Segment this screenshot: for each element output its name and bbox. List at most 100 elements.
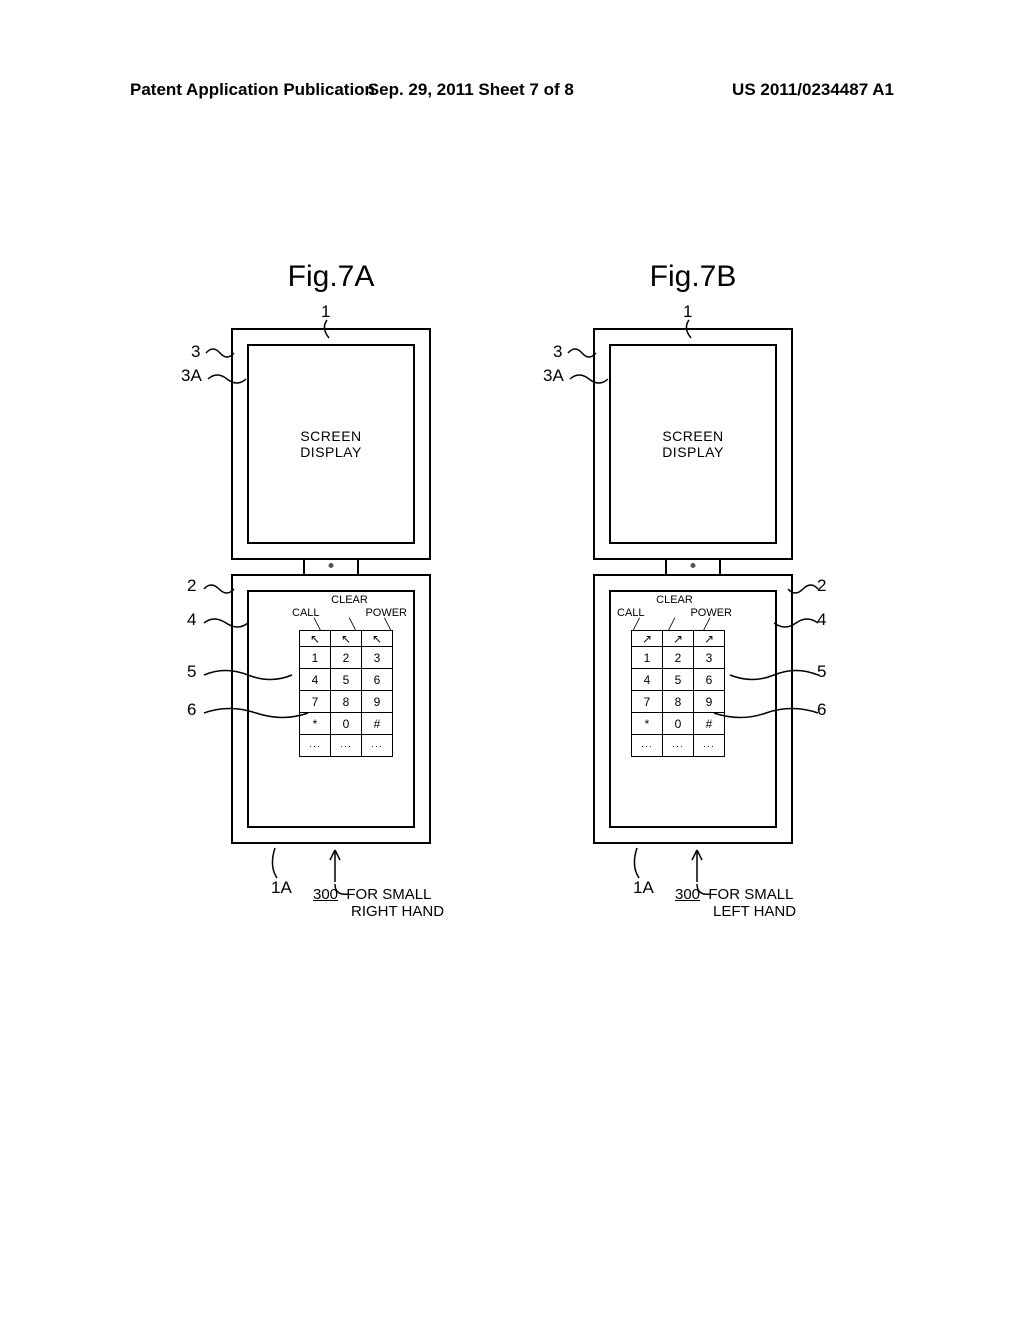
- key-7[interactable]: 7: [632, 691, 663, 713]
- key-3[interactable]: 3: [362, 647, 393, 669]
- ref-3: 3: [191, 342, 200, 362]
- keypad-table-7a: ↖ ↖ ↖ 1 2 3 4 5: [299, 630, 393, 757]
- key-6[interactable]: 6: [362, 669, 393, 691]
- lower-body-7a: CALL CLEAR POWER ╲ ╲ ╲ ↖ ↖: [231, 574, 431, 844]
- header-date-sheet: Sep. 29, 2011 Sheet 7 of 8: [368, 80, 574, 100]
- upper-body-7b: SCREEN DISPLAY: [593, 328, 793, 560]
- lead-diag-icon: ╲: [349, 621, 356, 630]
- key-hash[interactable]: #: [694, 713, 725, 735]
- keypad-7b: ↗ ↗ ↗ 1 2 3 4 5: [631, 630, 725, 757]
- func-labels-7b: CALL CLEAR POWER: [617, 596, 732, 619]
- key-9[interactable]: 9: [694, 691, 725, 713]
- hinge-7b: [665, 560, 721, 576]
- label-clear: CLEAR: [656, 594, 693, 606]
- lead-diag-icon: ╲: [314, 621, 321, 630]
- ref-2: 2: [187, 576, 196, 596]
- key-extra[interactable]: ···: [663, 735, 694, 757]
- key-extra[interactable]: ···: [694, 735, 725, 757]
- screen-text-2: DISPLAY: [300, 444, 362, 460]
- touchpanel-7b: CALL CLEAR POWER ╱ ╱ ╱ ↗ ↗: [609, 590, 777, 828]
- lead-1a-icon: [263, 846, 287, 880]
- caption-text-2: LEFT HAND: [713, 903, 796, 920]
- keypad-7a: ↖ ↖ ↖ 1 2 3 4 5: [299, 630, 393, 757]
- key-4[interactable]: 4: [300, 669, 331, 691]
- key-6[interactable]: 6: [694, 669, 725, 691]
- caption-text-1: FOR SMALL: [708, 886, 793, 903]
- phone-7a: 1 3 3A SCREEN DISPLAY 2 4 5: [185, 328, 477, 844]
- caption-text-1: FOR SMALL: [346, 886, 431, 903]
- lead-1a-icon: [625, 846, 649, 880]
- lead-diag-icon: ╱: [703, 621, 710, 630]
- header-pub-number: US 2011/0234487 A1: [732, 80, 894, 100]
- key-hash[interactable]: #: [362, 713, 393, 735]
- header-publication: Patent Application Publication: [130, 80, 375, 100]
- caption-text-2: RIGHT HAND: [351, 903, 444, 920]
- key-5[interactable]: 5: [663, 669, 694, 691]
- ref-1a: 1A: [271, 878, 292, 898]
- screen-text-2: DISPLAY: [662, 444, 724, 460]
- key-extra[interactable]: ···: [300, 735, 331, 757]
- key-5[interactable]: 5: [331, 669, 362, 691]
- figure-7b: Fig.7B 1 3 3A SCREEN DISPLAY 2 4 5 6: [547, 260, 839, 844]
- lead-diag-icon: ╲: [384, 621, 391, 630]
- key-star[interactable]: *: [632, 713, 663, 735]
- key-4[interactable]: 4: [632, 669, 663, 691]
- key-star[interactable]: *: [300, 713, 331, 735]
- keypad-table-7b: ↗ ↗ ↗ 1 2 3 4 5: [631, 630, 725, 757]
- key-1[interactable]: 1: [300, 647, 331, 669]
- key-extra[interactable]: ···: [362, 735, 393, 757]
- key-8[interactable]: 8: [331, 691, 362, 713]
- figures-row: Fig.7A 1 3 3A SCREEN DISPLAY 2 4: [0, 260, 1024, 844]
- func-key[interactable]: ↖: [331, 631, 362, 647]
- lead-diag-icon: ╱: [668, 621, 675, 630]
- func-key[interactable]: ↖: [362, 631, 393, 647]
- hinge-7a: [303, 560, 359, 576]
- label-call: CALL: [292, 607, 320, 619]
- ref-3a: 3A: [181, 366, 202, 386]
- key-0[interactable]: 0: [663, 713, 694, 735]
- lead-lines-7b: ╱ ╱ ╱: [625, 621, 718, 630]
- key-3[interactable]: 3: [694, 647, 725, 669]
- caption-ref-300: 300: [313, 886, 338, 903]
- lead-lines-7a: ╲ ╲ ╲: [306, 621, 399, 630]
- ref-1a: 1A: [633, 878, 654, 898]
- ref-3a: 3A: [543, 366, 564, 386]
- figure-7a: Fig.7A 1 3 3A SCREEN DISPLAY 2 4: [185, 260, 477, 844]
- ref-4: 4: [187, 610, 196, 630]
- label-power: POWER: [690, 607, 732, 619]
- key-8[interactable]: 8: [663, 691, 694, 713]
- caption-line1: 300 FOR SMALL: [675, 886, 793, 903]
- key-extra[interactable]: ···: [331, 735, 362, 757]
- caption-arrow-icon: [325, 848, 345, 884]
- touchpanel-7a: CALL CLEAR POWER ╲ ╲ ╲ ↖ ↖: [247, 590, 415, 828]
- screen-display-7a: SCREEN DISPLAY: [247, 344, 415, 544]
- func-key[interactable]: ↗: [632, 631, 663, 647]
- upper-body-7a: SCREEN DISPLAY: [231, 328, 431, 560]
- caption-7b: 300 FOR SMALL LEFT HAND: [675, 886, 796, 920]
- key-0[interactable]: 0: [331, 713, 362, 735]
- key-9[interactable]: 9: [362, 691, 393, 713]
- func-key[interactable]: ↗: [694, 631, 725, 647]
- caption-ref-300: 300: [675, 886, 700, 903]
- figure-7a-title: Fig.7A: [288, 260, 375, 294]
- lower-body-7b: CALL CLEAR POWER ╱ ╱ ╱ ↗ ↗: [593, 574, 793, 844]
- func-key[interactable]: ↖: [300, 631, 331, 647]
- lead-diag-icon: ╱: [633, 621, 640, 630]
- screen-text-1: SCREEN: [662, 428, 723, 444]
- key-2[interactable]: 2: [663, 647, 694, 669]
- ref-5: 5: [187, 662, 196, 682]
- label-power: POWER: [365, 607, 407, 619]
- ref-6: 6: [187, 700, 196, 720]
- ref-3: 3: [553, 342, 562, 362]
- figure-7b-title: Fig.7B: [650, 260, 737, 294]
- label-clear: CLEAR: [331, 594, 368, 606]
- key-extra[interactable]: ···: [632, 735, 663, 757]
- screen-text-1: SCREEN: [300, 428, 361, 444]
- key-7[interactable]: 7: [300, 691, 331, 713]
- func-key[interactable]: ↗: [663, 631, 694, 647]
- caption-line1: 300 FOR SMALL: [313, 886, 431, 903]
- key-2[interactable]: 2: [331, 647, 362, 669]
- func-labels-7a: CALL CLEAR POWER: [292, 596, 407, 619]
- screen-display-7b: SCREEN DISPLAY: [609, 344, 777, 544]
- key-1[interactable]: 1: [632, 647, 663, 669]
